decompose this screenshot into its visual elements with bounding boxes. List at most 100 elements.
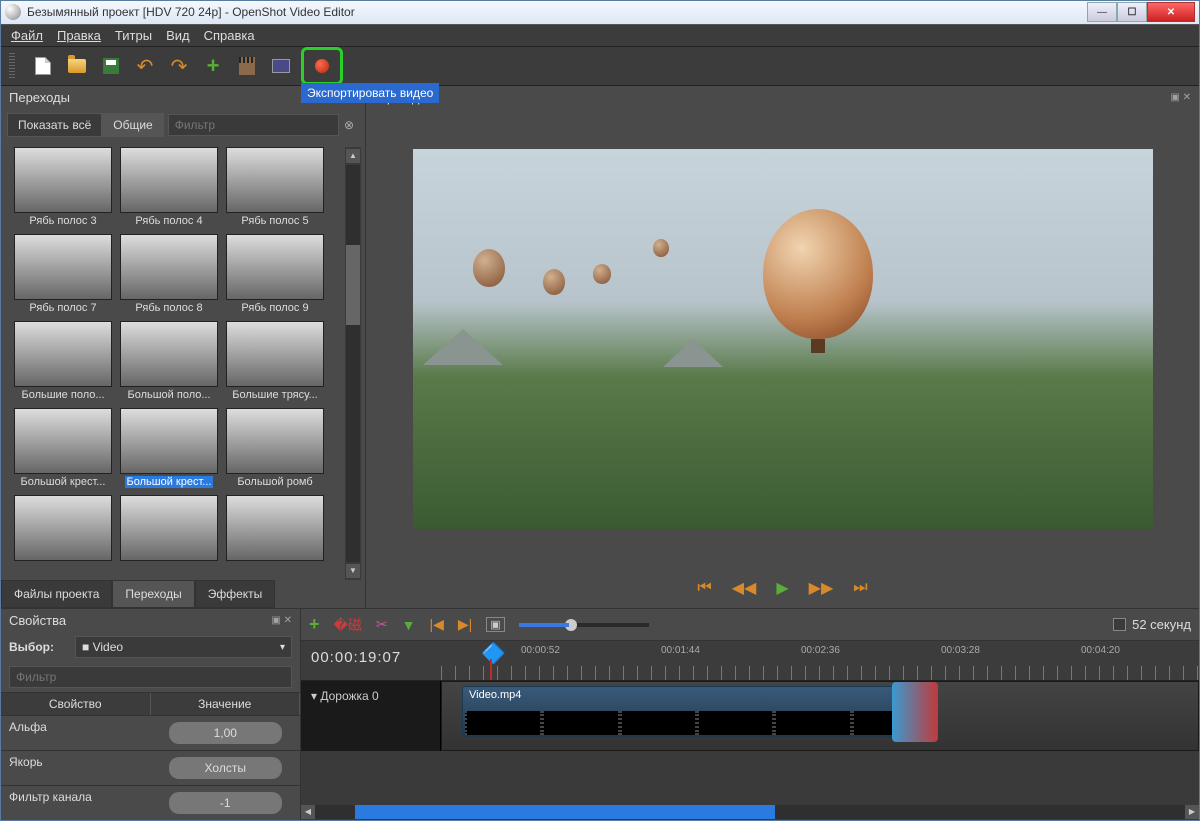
property-row[interactable]: ЯкорьХолсты [1,750,300,785]
transitions-scrollbar[interactable]: ▲ ▼ [345,147,361,580]
scroll-left-button[interactable]: ◀ [301,805,315,819]
track-header[interactable]: ▾ Дорожка 0 [301,681,441,751]
scroll-thumb[interactable] [346,245,360,325]
duration-checkbox[interactable] [1113,618,1126,631]
rewind-button[interactable]: ◀◀ [732,578,757,598]
transition-thumb[interactable]: Рябь полос 4 [119,147,219,232]
transition-thumb[interactable]: Рябь полос 5 [225,147,325,232]
ruler-mark: 00:04:20 [1081,645,1120,656]
tab-effects[interactable]: Эффекты [195,580,276,608]
col-property[interactable]: Свойство [1,693,151,715]
transitions-panel: Переходы ▣ ✕ Показать всё Общие ⊗ Рябь п… [1,86,366,608]
properties-panel: Свойства ▣ ✕ Выбор: ■ Video Свойство Зна… [1,609,301,820]
play-button[interactable]: ▶ [776,578,788,598]
import-button[interactable]: + [203,56,223,76]
menu-file[interactable]: Файл [11,28,43,43]
app-icon [5,4,21,20]
scroll-up-button[interactable]: ▲ [346,149,360,163]
transition-thumb[interactable]: Рябь полос 9 [225,234,325,319]
properties-title: Свойства [9,613,66,628]
select-label: Выбор: [9,640,69,654]
fullscreen-button[interactable] [271,56,291,76]
scroll-right-button[interactable]: ▶ [1185,805,1199,819]
menu-view[interactable]: Вид [166,28,190,43]
property-row[interactable]: Альфа1,00 [1,715,300,750]
snap-button[interactable]: �磁 [334,615,362,635]
duration-label: 52 секунд [1132,617,1191,632]
open-project-button[interactable] [67,56,87,76]
toolbar-handle [9,53,15,79]
ruler-mark: 00:03:28 [941,645,980,656]
toolbar: ↶ ↶ + Экспортировать видео [1,47,1199,86]
playback-controls: ⏮ ◀◀ ▶ ▶▶ ⏭ [366,568,1199,608]
hscroll-thumb[interactable] [355,805,775,819]
transition-thumb[interactable] [119,495,219,580]
menubar: Файл Правка Титры Вид Справка [1,24,1199,47]
center-button[interactable]: ▣ [486,617,504,632]
tab-transitions[interactable]: Переходы [112,580,194,608]
save-project-button[interactable] [101,56,121,76]
timeline-scrollbar[interactable]: ◀ ▶ [301,804,1199,820]
video-preview[interactable] [413,149,1153,529]
menu-edit[interactable]: Правка [57,28,101,43]
minimize-button[interactable] [1087,2,1117,22]
jump-start-button[interactable]: ⏮ [697,579,711,597]
marker-button[interactable]: ▼ [402,617,416,633]
properties-filter-input[interactable] [9,666,292,688]
col-value[interactable]: Значение [151,693,301,715]
razor-button[interactable]: ✂ [376,616,388,633]
transition-thumb[interactable]: Рябь полос 8 [119,234,219,319]
transitions-filter-input[interactable] [168,114,339,136]
prev-marker-button[interactable]: |◀ [429,616,443,633]
transitions-grid: Рябь полос 3Рябь полос 4Рябь полос 5Рябь… [13,147,325,580]
transition-thumb[interactable]: Большой крест... [13,408,113,493]
menu-titles[interactable]: Титры [115,28,152,43]
transition-thumb[interactable]: Большой ромб [225,408,325,493]
transition-clip[interactable] [892,682,938,742]
transition-thumb[interactable]: Большой крест... [119,408,219,493]
jump-end-button[interactable]: ⏭ [853,579,867,597]
export-video-button[interactable] [301,47,343,85]
tab-project-files[interactable]: Файлы проекта [1,580,112,608]
ruler-mark: 00:02:36 [801,645,840,656]
select-dropdown[interactable]: ■ Video [75,636,292,658]
preview-panel: отр видео ▣ ✕ ⏮ ◀◀ ▶ ▶▶ ⏭ [366,86,1199,608]
transition-thumb[interactable]: Большие поло... [13,321,113,406]
timeline-panel: + �磁 ✂ ▼ |◀ ▶| ▣ 52 секунд 00:00:19:07 [301,609,1199,820]
redo-button[interactable]: ↶ [169,56,189,76]
properties-dock-icons[interactable]: ▣ ✕ [271,615,292,626]
transition-thumb[interactable]: Большие трясу... [225,321,325,406]
fast-forward-button[interactable]: ▶▶ [809,578,834,598]
transition-thumb[interactable]: Рябь полос 7 [13,234,113,319]
zoom-slider[interactable] [519,623,649,627]
tab-show-all[interactable]: Показать всё [7,113,102,137]
transition-thumb[interactable] [225,495,325,580]
undo-button[interactable]: ↶ [135,56,155,76]
ruler-mark: 00:00:52 [521,645,560,656]
track-lane[interactable]: Video.mp4 [441,681,1199,751]
transition-thumb[interactable] [13,495,113,580]
playhead-icon[interactable]: 🔷 [481,641,506,666]
ruler-mark: 00:01:44 [661,645,700,656]
property-row[interactable]: Фильтр канала-1 [1,785,300,820]
maximize-button[interactable] [1117,2,1147,22]
add-track-button[interactable]: + [309,614,320,635]
titlebar: Безымянный проект [HDV 720 24p] - OpenSh… [1,1,1199,24]
new-project-button[interactable] [33,56,53,76]
transition-thumb[interactable]: Большой поло... [119,321,219,406]
profile-button[interactable] [237,56,257,76]
transitions-panel-title: Переходы [9,90,70,105]
close-button[interactable] [1147,2,1195,22]
timecode: 00:00:19:07 [301,641,441,680]
next-marker-button[interactable]: ▶| [458,616,472,633]
timeline-ruler[interactable]: 🔷 00:00:52 00:01:44 00:02:36 00:03:28 00:04:… [441,641,1199,680]
scroll-down-button[interactable]: ▼ [346,564,360,578]
preview-dock-icons[interactable]: ▣ ✕ [1170,92,1191,103]
video-clip[interactable]: Video.mp4 [462,686,932,738]
tab-common[interactable]: Общие [102,113,163,137]
transition-thumb[interactable]: Рябь полос 3 [13,147,113,232]
menu-help[interactable]: Справка [204,28,255,43]
clear-filter-button[interactable]: ⊗ [339,118,359,132]
export-tooltip: Экспортировать видео [301,83,439,103]
window-title: Безымянный проект [HDV 720 24p] - OpenSh… [27,5,1087,19]
